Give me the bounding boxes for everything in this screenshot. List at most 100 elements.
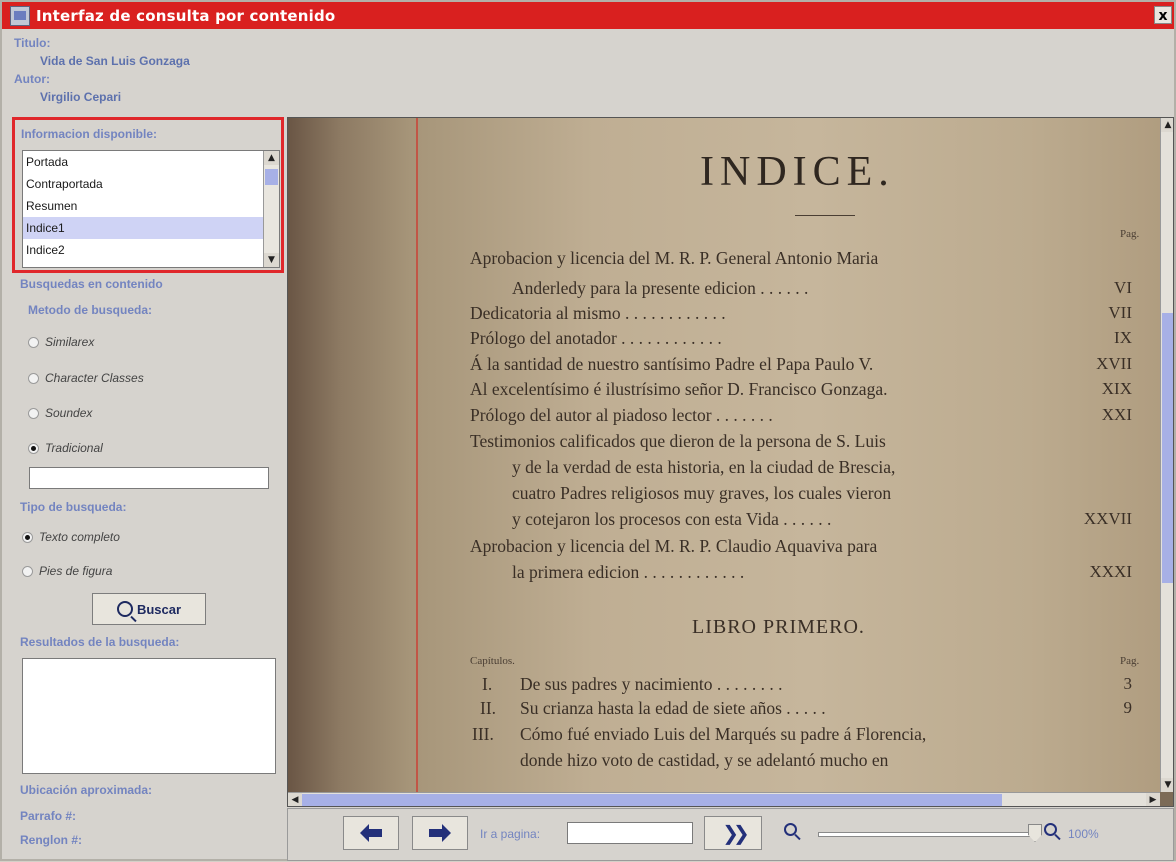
entry-page: VII — [1108, 303, 1132, 322]
radio-label: Tradicional — [45, 441, 103, 455]
scroll-thumb[interactable] — [302, 794, 1002, 806]
index-entry: Prólogo del anotador . . . . . . . . . .… — [470, 328, 722, 348]
radio-icon[interactable] — [22, 531, 33, 543]
radio-label: Pies de figura — [39, 564, 113, 578]
list-scrollbar[interactable]: ▲ ▼ — [263, 151, 279, 267]
index-entry: Aprobacion y licencia del M. R. P. Gener… — [470, 248, 879, 268]
viewer-horizontal-scrollbar[interactable]: ◀ ▶ — [288, 792, 1160, 806]
chapter-entry: De sus padres y nacimiento . . . . . . .… — [520, 674, 783, 694]
scroll-thumb[interactable] — [1162, 313, 1173, 583]
index-entry: cuatro Padres religiosos muy graves, los… — [512, 483, 892, 503]
method-soundex-radio[interactable]: Soundex — [28, 406, 92, 420]
list-item[interactable]: Portada — [23, 151, 263, 173]
radio-label: Character Classes — [45, 371, 144, 385]
entry-page: XXXI — [1089, 562, 1133, 581]
page-viewer[interactable]: INDICE. Pag. Aprobacion y licencia del M… — [287, 117, 1174, 807]
index-entry: la primera edicion . . . . . . . . . . .… — [512, 562, 745, 582]
type-captions-radio[interactable]: Pies de figura — [22, 564, 112, 578]
arrow-right-icon — [429, 824, 451, 842]
close-button[interactable]: x — [1154, 6, 1172, 24]
index-entry: Á la santidad de nuestro santísimo Padre… — [470, 354, 874, 374]
index-entry: Dedicatoria al mismo . . . . . . . . . .… — [470, 303, 726, 323]
author-label: Autor: — [14, 72, 50, 86]
list-item[interactable]: Resumen — [23, 195, 263, 217]
chapter-number: II. — [480, 698, 497, 718]
next-page-button[interactable] — [412, 816, 468, 850]
method-similarex-radio[interactable]: Similarex — [28, 335, 94, 349]
method-tradicional-radio[interactable]: Tradicional — [28, 441, 103, 455]
previous-page-button[interactable] — [343, 816, 399, 850]
scroll-up-icon[interactable]: ▲ — [1161, 118, 1173, 132]
radio-label: Similarex — [45, 335, 95, 349]
navigation-toolbar: Ir a pagina: ❯❯ 100% — [287, 808, 1174, 861]
pag-header: Pag. — [1120, 228, 1140, 240]
radio-icon[interactable] — [28, 336, 39, 348]
entry-page: XXVII — [1083, 509, 1132, 528]
goto-page-input[interactable] — [567, 822, 693, 844]
scroll-up-icon[interactable]: ▲ — [264, 151, 279, 165]
scroll-down-icon[interactable]: ▼ — [264, 253, 279, 267]
radio-icon[interactable] — [28, 372, 39, 384]
double-chevron-right-icon: ❯❯ — [722, 821, 749, 845]
index-entry: Testimonios calificados que dieron de la… — [470, 431, 886, 451]
search-type-label: Tipo de busqueda: — [20, 500, 127, 514]
scroll-left-icon[interactable]: ◀ — [288, 793, 302, 806]
list-item-selected[interactable]: Indice1 — [23, 217, 263, 239]
entry-page: XVII — [1096, 354, 1132, 373]
chapter-number: I. — [482, 674, 493, 694]
window-title: Interfaz de consulta por contenido — [36, 6, 336, 25]
goto-page-label: Ir a pagina: — [480, 827, 541, 841]
list-item[interactable]: Contraportada — [23, 173, 263, 195]
entry-page: VI — [1114, 278, 1132, 297]
chapters-label: Capítulos. — [470, 655, 515, 667]
type-full-text-radio[interactable]: Texto completo — [22, 530, 120, 544]
entry-page: IX — [1114, 328, 1132, 347]
available-info-list[interactable]: Portada Contraportada Resumen Indice1 In… — [22, 150, 280, 268]
main-window: Interfaz de consulta por contenido x Tit… — [0, 0, 1176, 861]
title-bar: Interfaz de consulta por contenido x — [2, 2, 1174, 29]
title-value: Vida de San Luis Gonzaga — [40, 54, 190, 68]
radio-icon[interactable] — [22, 565, 33, 577]
author-value: Virgilio Cepari — [40, 90, 122, 104]
scroll-thumb[interactable] — [265, 169, 278, 185]
zoom-value: 100% — [1068, 827, 1099, 841]
location-label: Ubicación aproximada: — [20, 783, 153, 797]
search-button[interactable]: Buscar — [92, 593, 206, 625]
chapter-entry: Su crianza hasta la edad de siete años .… — [520, 698, 826, 718]
index-entry: y de la verdad de esta historia, en la c… — [512, 457, 896, 477]
entry-page: XXI — [1101, 405, 1132, 424]
chapter-page: 3 — [1123, 674, 1133, 693]
line-label: Renglon #: — [20, 833, 82, 847]
chapter-page: 9 — [1123, 698, 1133, 717]
index-heading: INDICE. — [700, 149, 895, 195]
scroll-right-icon[interactable]: ▶ — [1146, 793, 1160, 806]
method-character-classes-radio[interactable]: Character Classes — [28, 371, 144, 385]
index-entry: Prólogo del autor al piadoso lector . . … — [470, 405, 773, 425]
search-button-label: Buscar — [136, 601, 182, 617]
results-list[interactable] — [22, 658, 276, 774]
zoom-out-icon[interactable] — [784, 823, 797, 836]
zoom-in-icon[interactable] — [1044, 823, 1057, 836]
zoom-slider[interactable] — [818, 832, 1040, 837]
radio-icon[interactable] — [28, 407, 39, 419]
arrow-left-icon — [360, 824, 382, 842]
list-item[interactable]: Indice2 — [23, 239, 263, 261]
index-entry: y cotejaron los procesos con esta Vida .… — [512, 509, 832, 529]
heading-rule — [795, 215, 855, 216]
radio-label: Soundex — [45, 406, 93, 420]
search-query-input[interactable] — [29, 467, 269, 489]
viewer-vertical-scrollbar[interactable]: ▲ ▼ — [1160, 118, 1173, 792]
zoom-slider-thumb[interactable] — [1028, 824, 1042, 842]
scanned-page: INDICE. Pag. Aprobacion y licencia del M… — [288, 118, 1160, 792]
chapter-number: III. — [472, 724, 494, 744]
scroll-down-icon[interactable]: ▼ — [1161, 778, 1173, 792]
app-icon — [10, 5, 30, 26]
margin-line — [416, 118, 418, 792]
book-metadata: Titulo: Vida de San Luis Gonzaga Autor: … — [14, 34, 190, 106]
index-entry: Al excelentísimo é ilustrísimo señor D. … — [470, 379, 888, 399]
left-panel: Informacion disponible: Portada Contrapo… — [12, 117, 284, 862]
goto-page-button[interactable]: ❯❯ — [704, 816, 762, 850]
paragraph-label: Parrafo #: — [20, 809, 77, 823]
title-label: Titulo: — [14, 36, 51, 50]
radio-icon[interactable] — [28, 442, 39, 454]
